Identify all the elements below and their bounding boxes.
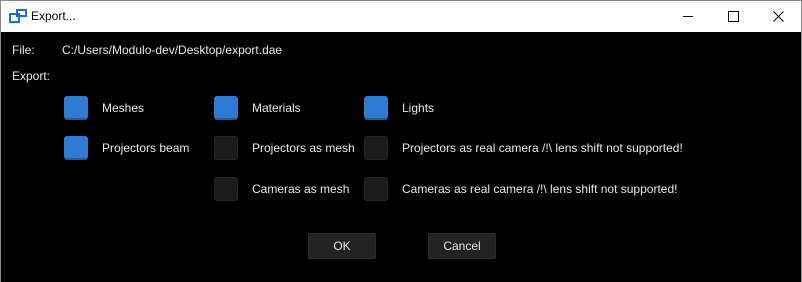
projectors-as-mesh-label: Projectors as mesh	[252, 141, 355, 155]
cameras-as-real-camera-label: Cameras as real camera /!\ lens shift no…	[402, 182, 678, 196]
export-dialog: Export... File: C:/Users/Modulo-dev/Desk…	[0, 0, 802, 282]
meshes-checkbox[interactable]	[64, 96, 88, 120]
close-icon	[772, 11, 784, 22]
materials-label: Materials	[252, 101, 301, 115]
projectors-as-mesh-checkbox[interactable]	[214, 136, 238, 160]
maximize-icon	[727, 11, 739, 22]
close-button[interactable]	[755, 1, 801, 32]
maximize-button[interactable]	[710, 1, 756, 32]
ok-button[interactable]: OK	[308, 233, 376, 259]
file-label: File:	[12, 43, 35, 57]
projectors-as-real-camera-label: Projectors as real camera /!\ lens shift…	[402, 141, 683, 155]
projectors-beam-checkbox[interactable]	[64, 136, 88, 160]
file-path: C:/Users/Modulo-dev/Desktop/export.dae	[62, 43, 283, 57]
title-bar[interactable]: Export...	[1, 1, 801, 32]
lights-label: Lights	[402, 101, 435, 115]
materials-checkbox[interactable]	[214, 96, 238, 120]
projectors-as-real-camera-checkbox[interactable]	[364, 136, 388, 160]
minimize-button[interactable]	[665, 1, 711, 32]
cameras-as-real-camera-checkbox[interactable]	[364, 177, 388, 201]
cameras-as-mesh-checkbox[interactable]	[214, 177, 238, 201]
lights-checkbox[interactable]	[364, 96, 388, 120]
minimize-icon	[682, 16, 693, 17]
dialog-body: File: C:/Users/Modulo-dev/Desktop/export…	[1, 32, 801, 282]
cameras-as-mesh-label: Cameras as mesh	[252, 182, 350, 196]
app-logo-icon	[9, 9, 27, 23]
meshes-label: Meshes	[102, 101, 145, 115]
cancel-button[interactable]: Cancel	[428, 233, 496, 259]
projectors-beam-label: Projectors beam	[102, 141, 190, 155]
window-title: Export...	[31, 9, 76, 23]
export-label: Export:	[12, 69, 51, 83]
